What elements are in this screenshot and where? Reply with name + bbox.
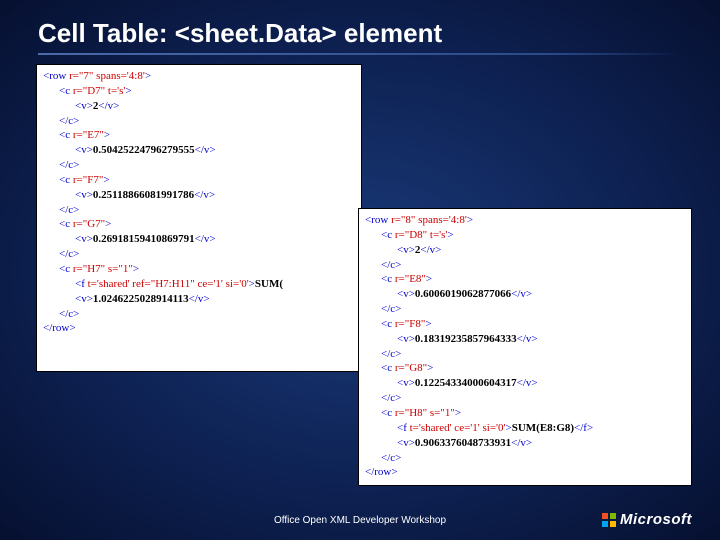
slide-title: Cell Table: <sheet.Data> element <box>0 0 720 53</box>
xml-code-box-left: <row r="7" spans='4:8'><c r="D7" t='s'><… <box>36 64 362 372</box>
microsoft-wordmark: Microsoft <box>620 511 692 528</box>
microsoft-flag-icon <box>602 513 616 527</box>
microsoft-logo: Microsoft <box>602 511 692 528</box>
title-underline <box>38 53 682 55</box>
xml-code-box-right: <row r="8" spans='4:8'><c r="D8" t='s'><… <box>358 208 692 486</box>
